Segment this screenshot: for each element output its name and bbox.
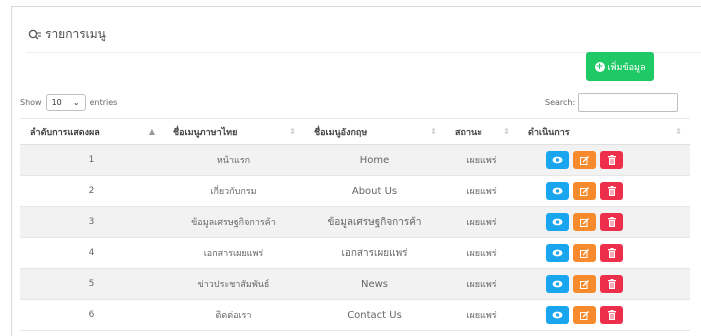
sort-icon: ⇕	[675, 127, 682, 136]
cell-actions	[518, 206, 690, 238]
cell-actions	[518, 175, 690, 207]
col-header-status[interactable]: สถานะ ⇕	[445, 118, 518, 145]
view-button[interactable]	[546, 151, 569, 169]
edit-button[interactable]	[573, 306, 596, 324]
cell-order: 5	[20, 268, 163, 300]
edit-button[interactable]	[573, 151, 596, 169]
cell-th-name: หน้าแรก	[163, 144, 304, 176]
eye-icon	[552, 249, 563, 257]
view-button[interactable]	[546, 213, 569, 231]
cell-en-name: ข้อมูลเศรษฐกิจการค้า	[304, 206, 445, 238]
cell-th-name: ข้อมูลเศรษฐกิจการค้า	[163, 206, 304, 238]
page-title: รายการเมนู	[45, 27, 106, 41]
delete-button[interactable]	[600, 182, 623, 200]
edit-icon	[580, 155, 589, 165]
sort-icon: ⇕	[430, 127, 437, 136]
sort-icon: ⇕	[289, 127, 296, 136]
sort-icon: ⇕	[503, 127, 510, 136]
chevron-down-icon: ⌄	[72, 98, 80, 107]
eye-icon	[552, 218, 563, 226]
table-row: 3 ข้อมูลเศรษฐกิจการค้า ข้อมูลเศรษฐกิจการค้…	[20, 206, 690, 238]
delete-button[interactable]	[600, 244, 623, 262]
entries-label: entries	[89, 98, 118, 107]
search-control: Search:	[545, 93, 679, 112]
col-header-th-name[interactable]: ชื่อเมนูภาษาไทย ⇕	[163, 118, 304, 145]
eye-icon	[552, 311, 563, 319]
cell-actions	[518, 299, 690, 331]
table-row: 1 หน้าแรก Home เผยแพร่	[20, 144, 690, 176]
delete-button[interactable]	[600, 151, 623, 169]
cell-status: เผยแพร่	[445, 299, 518, 331]
trash-icon	[607, 217, 616, 227]
edit-button[interactable]	[573, 213, 596, 231]
view-button[interactable]	[546, 182, 569, 200]
add-data-label: เพิ่มข้อมูล	[607, 62, 646, 73]
sort-asc-icon: ▲	[148, 127, 155, 136]
cell-en-name: About Us	[304, 175, 445, 207]
cell-status: เผยแพร่	[445, 268, 518, 300]
eye-icon	[552, 156, 563, 164]
cell-en-name: News	[304, 268, 445, 300]
trash-icon	[607, 248, 616, 258]
cell-order: 2	[20, 175, 163, 207]
view-button[interactable]	[546, 275, 569, 293]
cell-th-name: เอกสารเผยแพร่	[163, 237, 304, 269]
menu-table: ลำดับการแสดงผล ▲ ชื่อเมนูภาษาไทย ⇕ ชื่อเมน…	[20, 118, 690, 331]
trash-icon	[607, 310, 616, 320]
table-row: 4 เอกสารเผยแพร่ เอกสารเผยแพร่ เผยแพร่	[20, 237, 690, 269]
delete-button[interactable]	[600, 213, 623, 231]
show-label: Show	[20, 98, 42, 107]
cell-en-name: Contact Us	[304, 299, 445, 331]
edit-icon	[580, 310, 589, 320]
eye-icon	[552, 280, 563, 288]
search-input[interactable]	[578, 93, 679, 112]
cell-status: เผยแพร่	[445, 175, 518, 207]
eye-icon	[552, 187, 563, 195]
table-row: 2 เกี่ยวกับกรม About Us เผยแพร่	[20, 175, 690, 207]
cell-order: 1	[20, 144, 163, 176]
card-header: รายการเมนู	[28, 25, 106, 44]
cell-actions	[518, 268, 690, 300]
edit-icon	[580, 248, 589, 258]
edit-icon	[580, 186, 589, 196]
add-data-button[interactable]: + เพิ่มข้อมูล	[586, 52, 654, 81]
cell-order: 3	[20, 206, 163, 238]
search-label: Search:	[545, 98, 576, 107]
length-control: Show 10 ⌄ entries	[20, 94, 117, 111]
col-header-en-name[interactable]: ชื่อเมนูอังกฤษ ⇕	[304, 118, 445, 145]
cell-th-name: ข่าวประชาสัมพันธ์	[163, 268, 304, 300]
table-row: 5 ข่าวประชาสัมพันธ์ News เผยแพร่	[20, 268, 690, 300]
entries-select[interactable]: 10 ⌄	[45, 94, 86, 111]
cell-th-name: เกี่ยวกับกรม	[163, 175, 304, 207]
cell-order: 4	[20, 237, 163, 269]
edit-button[interactable]	[573, 275, 596, 293]
cell-status: เผยแพร่	[445, 206, 518, 238]
plus-circle-icon: +	[594, 61, 605, 72]
cell-actions	[518, 144, 690, 176]
edit-button[interactable]	[573, 244, 596, 262]
col-header-order[interactable]: ลำดับการแสดงผล ▲	[20, 118, 163, 145]
search-list-icon	[28, 29, 42, 41]
cell-th-name: ติดต่อเรา	[163, 299, 304, 331]
edit-button[interactable]	[573, 182, 596, 200]
trash-icon	[607, 279, 616, 289]
cell-order: 6	[20, 299, 163, 331]
table-header-row: ลำดับการแสดงผล ▲ ชื่อเมนูภาษาไทย ⇕ ชื่อเมน…	[20, 118, 690, 145]
cell-status: เผยแพร่	[445, 237, 518, 269]
table-row: 6 ติดต่อเรา Contact Us เผยแพร่	[20, 299, 690, 331]
view-button[interactable]	[546, 244, 569, 262]
edit-icon	[580, 279, 589, 289]
cell-en-name: เอกสารเผยแพร่	[304, 237, 445, 269]
trash-icon	[607, 155, 616, 165]
cell-actions	[518, 237, 690, 269]
delete-button[interactable]	[600, 275, 623, 293]
cell-status: เผยแพร่	[445, 144, 518, 176]
view-button[interactable]	[546, 306, 569, 324]
trash-icon	[607, 186, 616, 196]
col-header-actions[interactable]: ดำเนินการ ⇕	[518, 118, 690, 145]
edit-icon	[580, 217, 589, 227]
entries-value: 10	[51, 98, 62, 107]
delete-button[interactable]	[600, 306, 623, 324]
cell-en-name: Home	[304, 144, 445, 176]
